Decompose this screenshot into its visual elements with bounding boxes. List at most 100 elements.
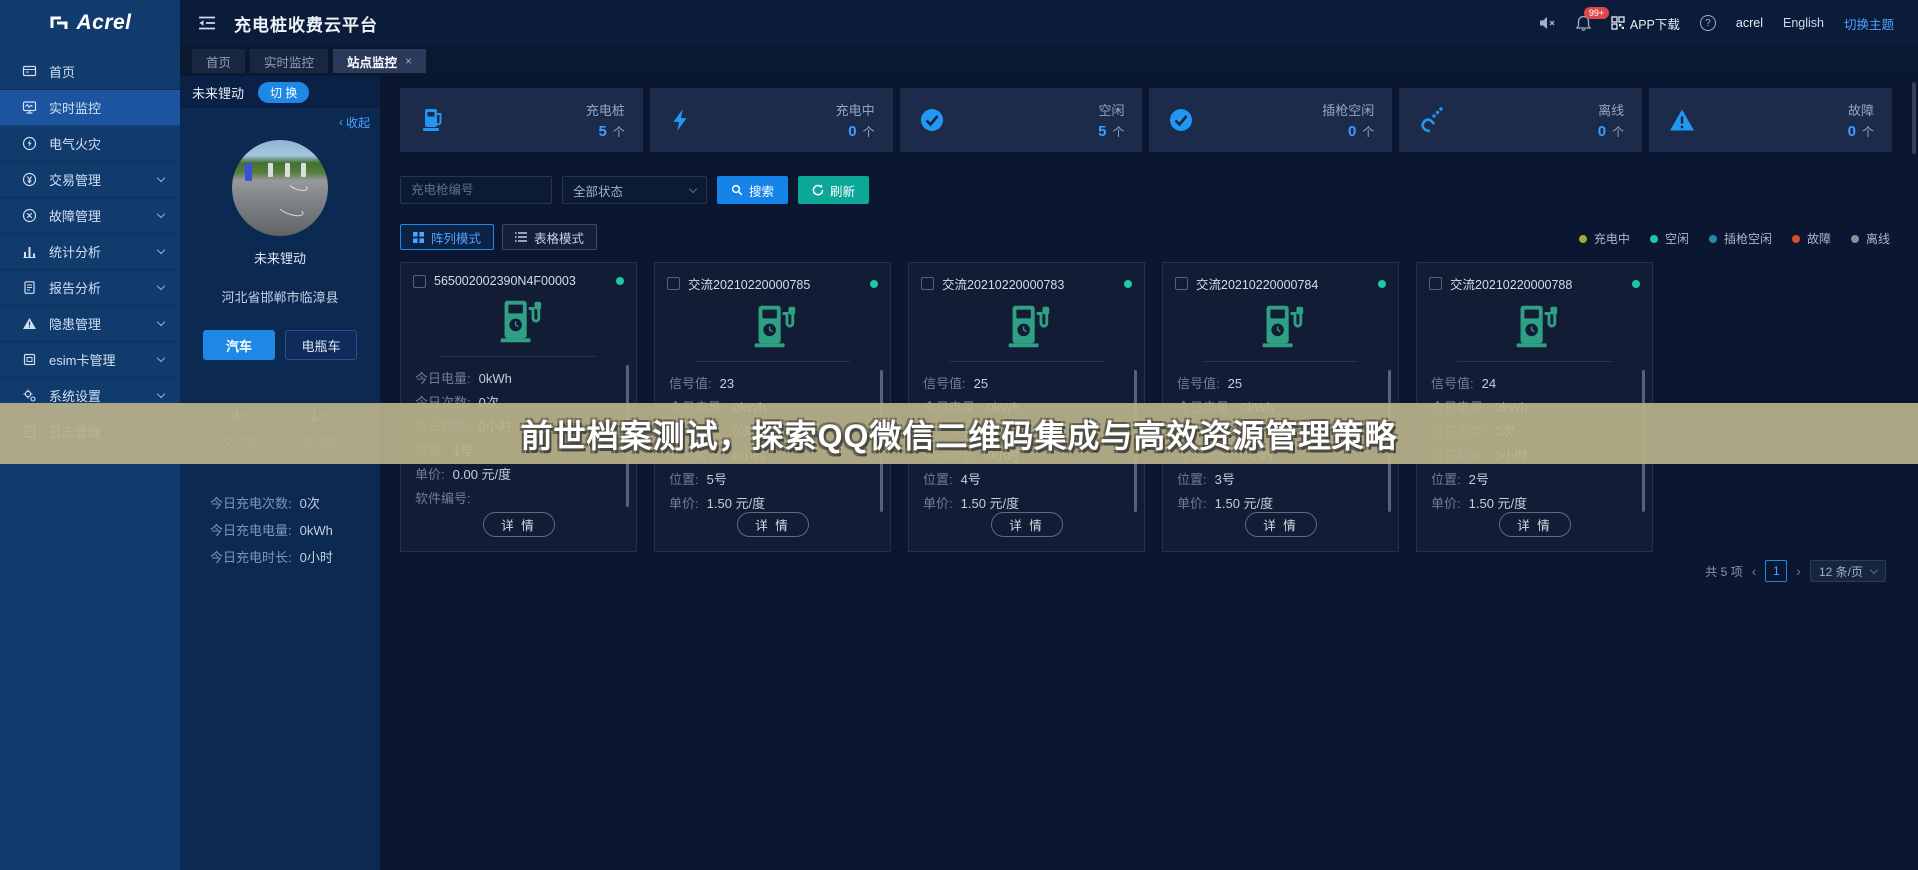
watermark-text: 前世档案测试，探索QQ微信二维码集成与高效资源管理策略 xyxy=(521,411,1398,457)
detail-button[interactable]: 详 情 xyxy=(737,512,809,537)
sidebar-item-reports[interactable]: 报告分析 xyxy=(0,270,180,306)
field-label: 位置: xyxy=(1431,468,1461,492)
help-icon[interactable]: ? xyxy=(1700,15,1716,31)
tab-realtime-monitor[interactable]: 实时监控 xyxy=(250,49,328,73)
legend-label: 充电中 xyxy=(1594,230,1630,247)
status-card-fault: 故障 0个 xyxy=(1649,88,1892,152)
username[interactable]: acrel xyxy=(1736,16,1763,30)
mute-icon[interactable] xyxy=(1539,16,1556,30)
charging-pile-icon xyxy=(418,106,448,134)
sidebar-item-esim[interactable]: esim卡管理 xyxy=(0,342,180,378)
stat-value: 0kWh xyxy=(300,517,333,544)
field-label: 今日电量: xyxy=(415,367,471,391)
station-photo xyxy=(232,140,328,236)
field-value: 24 xyxy=(1482,372,1496,396)
collapse-menu-icon[interactable] xyxy=(198,16,216,30)
detail-button[interactable]: 详 情 xyxy=(1245,512,1317,537)
sidebar-item-transactions[interactable]: 交易管理 xyxy=(0,162,180,198)
charger-id: 交流20210220000788 xyxy=(1450,274,1624,293)
charger-checkbox[interactable] xyxy=(667,277,680,290)
charger-checkbox[interactable] xyxy=(1429,277,1442,290)
sidebar-item-label: esim卡管理 xyxy=(49,350,115,369)
station-name: 未来锂动 xyxy=(192,83,244,102)
detail-button[interactable]: 详 情 xyxy=(483,512,555,537)
status-card-total-piles: 充电桩 5个 xyxy=(400,88,643,152)
search-icon xyxy=(731,184,743,196)
stat-value: 0次 xyxy=(300,490,320,517)
chevron-down-icon xyxy=(157,246,165,254)
charger-checkbox[interactable] xyxy=(413,275,426,288)
prev-page-button[interactable]: ‹ xyxy=(1752,563,1757,579)
next-page-button[interactable]: › xyxy=(1796,563,1801,579)
chevron-down-icon xyxy=(157,390,165,398)
detail-button[interactable]: 详 情 xyxy=(1499,512,1571,537)
switch-station-button[interactable]: 切 换 xyxy=(258,82,309,103)
sidebar-item-hazards[interactable]: 隐患管理 xyxy=(0,306,180,342)
legend-dot xyxy=(1851,235,1859,243)
current-page-button[interactable]: 1 xyxy=(1765,560,1787,582)
sidebar-item-electrical-fire[interactable]: 电气火灾 xyxy=(0,126,180,162)
legend-label: 离线 xyxy=(1866,230,1890,247)
legend-dot xyxy=(1650,235,1658,243)
status-label: 离线 xyxy=(1598,100,1624,119)
list-icon xyxy=(515,232,527,242)
charger-status-dot xyxy=(1632,280,1640,288)
vehicle-tab-ebike[interactable]: 电瓶车 xyxy=(285,330,357,360)
collapse-panel-link[interactable]: ‹ 收起 xyxy=(180,108,380,136)
sidebar-item-home[interactable]: 首页 xyxy=(0,54,180,90)
brand-logo: Acrel xyxy=(0,0,180,46)
charger-status-dot xyxy=(616,277,624,285)
legend-idle: 空闲 xyxy=(1650,230,1689,247)
sidebar-item-statistics[interactable]: 统计分析 xyxy=(0,234,180,270)
theme-switch-link[interactable]: 切换主题 xyxy=(1844,14,1894,33)
collapse-label: 收起 xyxy=(346,114,370,131)
charger-checkbox[interactable] xyxy=(1175,277,1188,290)
pagination-total: 共 5 项 xyxy=(1705,563,1742,580)
lightning-icon xyxy=(668,106,694,134)
parking-mark-decoration xyxy=(277,201,305,219)
sim-card-icon xyxy=(22,352,37,367)
grid-mode-button[interactable]: 阵列模式 xyxy=(400,224,494,250)
legend-label: 插枪空闲 xyxy=(1724,230,1772,247)
tab-home[interactable]: 首页 xyxy=(192,49,245,73)
fire-icon xyxy=(22,136,37,151)
app-download-link[interactable]: APP下载 xyxy=(1611,14,1680,33)
page-size-select[interactable]: 12 条/页 xyxy=(1810,560,1886,582)
tab-close-icon[interactable]: × xyxy=(405,54,412,68)
parking-mark-decoration xyxy=(287,179,308,193)
status-unit: 个 xyxy=(613,125,625,139)
sidebar-item-label: 交易管理 xyxy=(49,170,101,189)
gun-id-input[interactable] xyxy=(400,176,552,204)
notification-bell-icon[interactable]: 99+ xyxy=(1576,15,1591,31)
field-label: 信号值: xyxy=(669,372,712,396)
status-label: 充电中 xyxy=(836,100,875,119)
station-address: 河北省邯郸市临漳县 xyxy=(180,287,380,306)
home-icon xyxy=(22,64,37,79)
status-summary-row: 充电桩 5个 充电中 0个 空闲 5个 插枪空闲 0个 xyxy=(400,88,1892,152)
sidebar-item-realtime-monitor[interactable]: 实时监控 xyxy=(0,90,180,126)
watermark-banner: 前世档案测试，探索QQ微信二维码集成与高效资源管理策略 xyxy=(0,403,1918,464)
station-panel-header: 未来锂动 切 换 xyxy=(180,76,380,108)
sidebar-item-faults[interactable]: 故障管理 xyxy=(0,198,180,234)
status-unit: 个 xyxy=(1862,125,1874,139)
status-filter-select[interactable]: 全部状态 xyxy=(562,176,707,204)
table-mode-button[interactable]: 表格模式 xyxy=(502,224,597,250)
search-button-label: 搜索 xyxy=(749,181,774,200)
status-card-plugged-idle: 插枪空闲 0个 xyxy=(1149,88,1392,152)
vehicle-tab-car[interactable]: 汽车 xyxy=(203,330,275,360)
search-button[interactable]: 搜索 xyxy=(717,176,788,204)
chevron-down-icon xyxy=(157,210,165,218)
report-icon xyxy=(22,280,37,295)
legend-dot xyxy=(1792,235,1800,243)
page-scrollbar[interactable] xyxy=(1912,82,1916,154)
field-label: 位置: xyxy=(923,468,953,492)
refresh-button[interactable]: 刷新 xyxy=(798,176,869,204)
today-charge-duration-row: 今日充电时长: 0小时 xyxy=(210,544,333,571)
detail-button[interactable]: 详 情 xyxy=(991,512,1063,537)
language-switch[interactable]: English xyxy=(1783,16,1824,30)
status-value: 5 xyxy=(1098,123,1106,140)
tab-station-monitor[interactable]: 站点监控 × xyxy=(333,49,426,73)
page-size-value: 12 条/页 xyxy=(1819,563,1863,580)
today-charge-count-row: 今日充电次数: 0次 xyxy=(210,490,333,517)
charger-checkbox[interactable] xyxy=(921,277,934,290)
